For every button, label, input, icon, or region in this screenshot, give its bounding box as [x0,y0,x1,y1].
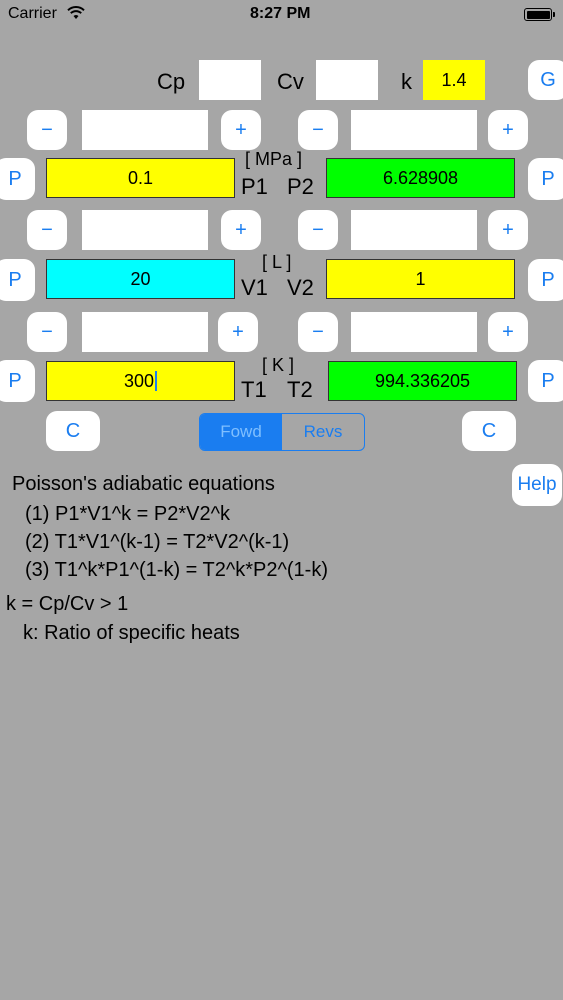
equation-1: (1) P1*V1^k = P2*V2^k [25,503,230,525]
plus-icon: + [502,118,514,141]
battery-icon [524,8,555,21]
cv-label: Cv [277,69,304,94]
p-label: P [8,167,22,190]
p2-value-field[interactable]: 6.628908 [326,158,515,198]
v2-value-field[interactable]: 1 [326,259,515,299]
p-label: P [541,369,555,392]
plus-icon: + [235,218,247,241]
clear-left-button[interactable]: C [46,411,100,451]
plus-icon: + [235,118,247,141]
pressure-unit: [ MPa ] [245,149,303,169]
plus-icon: + [502,320,514,343]
p2-minus-button[interactable]: − [298,110,338,150]
minus-icon: − [312,320,324,343]
help-button[interactable]: Help [512,464,562,506]
t1-step-input[interactable] [82,312,208,352]
t2-step-input[interactable] [351,312,477,352]
minus-icon: − [41,218,53,241]
p1-step-input[interactable] [82,110,208,150]
temperature-unit: [ K ] [262,355,295,375]
p1-plus-button[interactable]: + [221,110,261,150]
equation-2: (2) T1*V1^(k-1) = T2*V2^(k-1) [25,531,290,553]
p1-p-button[interactable]: P [0,158,35,200]
plus-icon: + [502,218,514,241]
v1-plus-button[interactable]: + [221,210,261,250]
segment-fowd[interactable]: Fowd [200,414,282,450]
v2-minus-button[interactable]: − [298,210,338,250]
k-label: k [401,69,412,94]
t1-plus-button[interactable]: + [218,312,258,352]
g-button[interactable]: G [528,60,563,100]
k-input[interactable]: 1.4 [423,60,485,100]
cp-input[interactable] [199,60,261,100]
p-label: P [541,268,555,291]
t1-label: T1 [241,377,267,402]
p2-label: P2 [287,174,314,199]
v2-plus-button[interactable]: + [488,210,528,250]
carrier-label: Carrier [8,5,57,22]
help-label: Help [517,474,557,495]
v1-value-field[interactable]: 20 [46,259,235,299]
info-heading: Poisson's adiabatic equations [12,473,275,495]
plus-icon: + [232,320,244,343]
k-description: k: Ratio of specific heats [23,622,240,644]
v2-label: V2 [287,275,314,300]
t2-plus-button[interactable]: + [488,312,528,352]
v1-step-input[interactable] [82,210,208,250]
g-button-label: G [540,68,556,91]
cp-label: Cp [157,69,186,94]
p-label: P [8,369,22,392]
p2-step-input[interactable] [351,110,477,150]
t2-label: T2 [287,377,313,402]
t1-p-button[interactable]: P [0,360,35,402]
t1-value-field[interactable]: 300 [46,361,235,401]
t2-minus-button[interactable]: − [298,312,338,352]
minus-icon: − [41,320,53,343]
p1-label: P1 [241,174,268,199]
wifi-icon [67,6,85,19]
cv-input[interactable] [316,60,378,100]
p1-minus-button[interactable]: − [27,110,67,150]
volume-unit: [ L ] [262,252,292,272]
v2-step-input[interactable] [351,210,477,250]
clear-right-button[interactable]: C [462,411,516,451]
minus-icon: − [41,118,53,141]
status-bar: Carrier 8:27 PM [0,0,563,30]
t2-value-field[interactable]: 994.336205 [328,361,517,401]
v1-label: V1 [241,275,268,300]
p2-plus-button[interactable]: + [488,110,528,150]
c-label: C [481,419,497,442]
p-label: P [8,268,22,291]
v2-p-button[interactable]: P [528,259,563,301]
v1-p-button[interactable]: P [0,259,35,301]
p2-p-button[interactable]: P [528,158,563,200]
p-label: P [541,167,555,190]
v1-minus-button[interactable]: − [27,210,67,250]
minus-icon: − [312,118,324,141]
k-definition: k = Cp/Cv > 1 [6,593,129,615]
direction-segmented-control[interactable]: Fowd Revs [199,413,365,451]
text-cursor [155,371,158,391]
segment-revs[interactable]: Revs [282,414,364,450]
equation-3: (3) T1^k*P1^(1-k) = T2^k*P2^(1-k) [25,559,328,581]
p1-value-field[interactable]: 0.1 [46,158,235,198]
minus-icon: − [312,218,324,241]
c-label: C [65,419,81,442]
t1-value: 300 [123,370,155,391]
t2-p-button[interactable]: P [528,360,563,402]
clock: 8:27 PM [250,5,311,22]
t1-minus-button[interactable]: − [27,312,67,352]
